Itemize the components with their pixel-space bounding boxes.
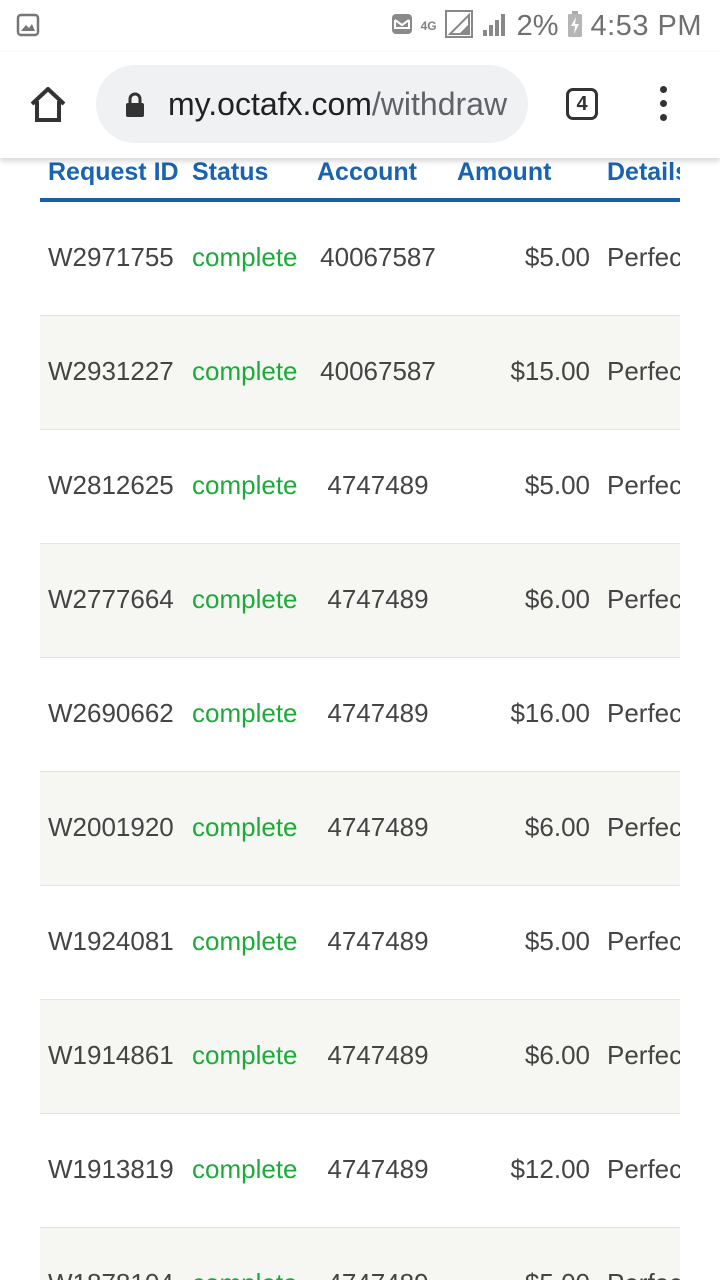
- amount: $15.00: [510, 356, 590, 386]
- details: Perfec: [607, 1268, 680, 1280]
- amount: $12.00: [510, 1154, 590, 1184]
- status: complete: [192, 926, 298, 956]
- status: complete: [192, 1040, 298, 1070]
- amount: $6.00: [524, 1040, 590, 1070]
- account: 40067587: [320, 356, 436, 386]
- account: 4747489: [327, 470, 429, 500]
- table-row[interactable]: W2931227 complete 40067587 $15.00 Perfec: [40, 316, 680, 430]
- amount: $6.00: [524, 584, 590, 614]
- amount: $16.00: [510, 698, 590, 728]
- request-id: W2690662: [48, 698, 174, 728]
- gallery-icon: [16, 13, 40, 42]
- withdrawals-table: Request ID Status Account Amount Details…: [40, 158, 680, 1280]
- table-row[interactable]: W2001920 complete 4747489 $6.00 Perfec: [40, 772, 680, 886]
- details: Perfec: [607, 470, 680, 500]
- details: Perfec: [607, 356, 680, 386]
- request-id: W1878104: [48, 1268, 174, 1280]
- status: complete: [192, 356, 298, 386]
- clock: 4:53 PM: [590, 9, 702, 42]
- account: 4747489: [327, 1040, 429, 1070]
- account: 4747489: [327, 698, 429, 728]
- status-bar: 4G 2% 4:53 PM: [0, 0, 720, 52]
- status: complete: [192, 698, 298, 728]
- header-request-id[interactable]: Request ID: [48, 158, 179, 187]
- account: 4747489: [327, 584, 429, 614]
- amount: $6.00: [524, 812, 590, 842]
- request-id: W2812625: [48, 470, 174, 500]
- url-host: my.octafx.com: [168, 86, 372, 122]
- details: Perfec: [607, 926, 680, 956]
- request-id: W1924081: [48, 926, 174, 956]
- status: complete: [192, 1154, 298, 1184]
- table-row[interactable]: W1878104 complete 4747489 $5.00 Perfec: [40, 1228, 680, 1280]
- amount: $5.00: [524, 926, 590, 956]
- account: 4747489: [327, 1154, 429, 1184]
- details: Perfec: [607, 242, 680, 272]
- table-header: Request ID Status Account Amount Details: [40, 158, 680, 202]
- signal-strength-icon: [481, 10, 509, 43]
- request-id: W2001920: [48, 812, 174, 842]
- status: complete: [192, 1268, 298, 1280]
- request-id: W2777664: [48, 584, 174, 614]
- mail-icon: [391, 13, 413, 40]
- header-amount[interactable]: Amount: [457, 158, 551, 187]
- url-text[interactable]: my.octafx.com/withdraw: [168, 85, 512, 123]
- lock-icon[interactable]: [124, 92, 146, 123]
- address-bar[interactable]: my.octafx.com/withdraw: [96, 65, 528, 143]
- status: complete: [192, 812, 298, 842]
- battery-percent: 2%: [516, 9, 559, 42]
- details: Perfec: [607, 584, 680, 614]
- table-row[interactable]: W1913819 complete 4747489 $12.00 Perfec: [40, 1114, 680, 1228]
- header-status[interactable]: Status: [192, 158, 268, 187]
- request-id: W1913819: [48, 1154, 174, 1184]
- browser-toolbar: my.octafx.com/withdraw 4: [0, 52, 720, 158]
- table-row[interactable]: W1914861 complete 4747489 $6.00 Perfec: [40, 1000, 680, 1114]
- battery-charging-icon: [567, 10, 583, 43]
- details: Perfec: [607, 812, 680, 842]
- account: 4747489: [327, 812, 429, 842]
- home-icon[interactable]: [26, 82, 70, 126]
- tab-count: 4: [576, 92, 588, 115]
- more-menu-icon[interactable]: [656, 86, 670, 126]
- amount: $5.00: [524, 470, 590, 500]
- details: Perfec: [607, 1154, 680, 1184]
- details: Perfec: [607, 698, 680, 728]
- table-row[interactable]: W2812625 complete 4747489 $5.00 Perfec: [40, 430, 680, 544]
- header-details[interactable]: Details: [607, 158, 680, 187]
- account: 4747489: [310, 1268, 446, 1280]
- signal-icon: [444, 9, 473, 43]
- account: 4747489: [327, 926, 429, 956]
- account: 40067587: [320, 242, 436, 272]
- url-path: /withdraw: [371, 86, 508, 122]
- request-id: W2971755: [48, 242, 174, 272]
- details: Perfec: [607, 1040, 680, 1070]
- table-row[interactable]: W2777664 complete 4747489 $6.00 Perfec: [40, 544, 680, 658]
- amount: $5.00: [525, 1268, 590, 1280]
- status: complete: [192, 584, 298, 614]
- status: complete: [192, 470, 298, 500]
- amount: $5.00: [524, 242, 590, 272]
- status-icons: 4G 2% 4:53 PM: [391, 8, 702, 44]
- request-id: W2931227: [48, 356, 174, 386]
- request-id: W1914861: [48, 1040, 174, 1070]
- table-row[interactable]: W1924081 complete 4747489 $5.00 Perfec: [40, 886, 680, 1000]
- header-account[interactable]: Account: [317, 158, 417, 187]
- table-row[interactable]: W2690662 complete 4747489 $16.00 Perfec: [40, 658, 680, 772]
- network-type: 4G: [420, 18, 437, 33]
- tab-switcher-button[interactable]: 4: [566, 88, 598, 120]
- status: complete: [192, 242, 298, 272]
- table-row[interactable]: W2971755 complete 40067587 $5.00 Perfec: [40, 202, 680, 316]
